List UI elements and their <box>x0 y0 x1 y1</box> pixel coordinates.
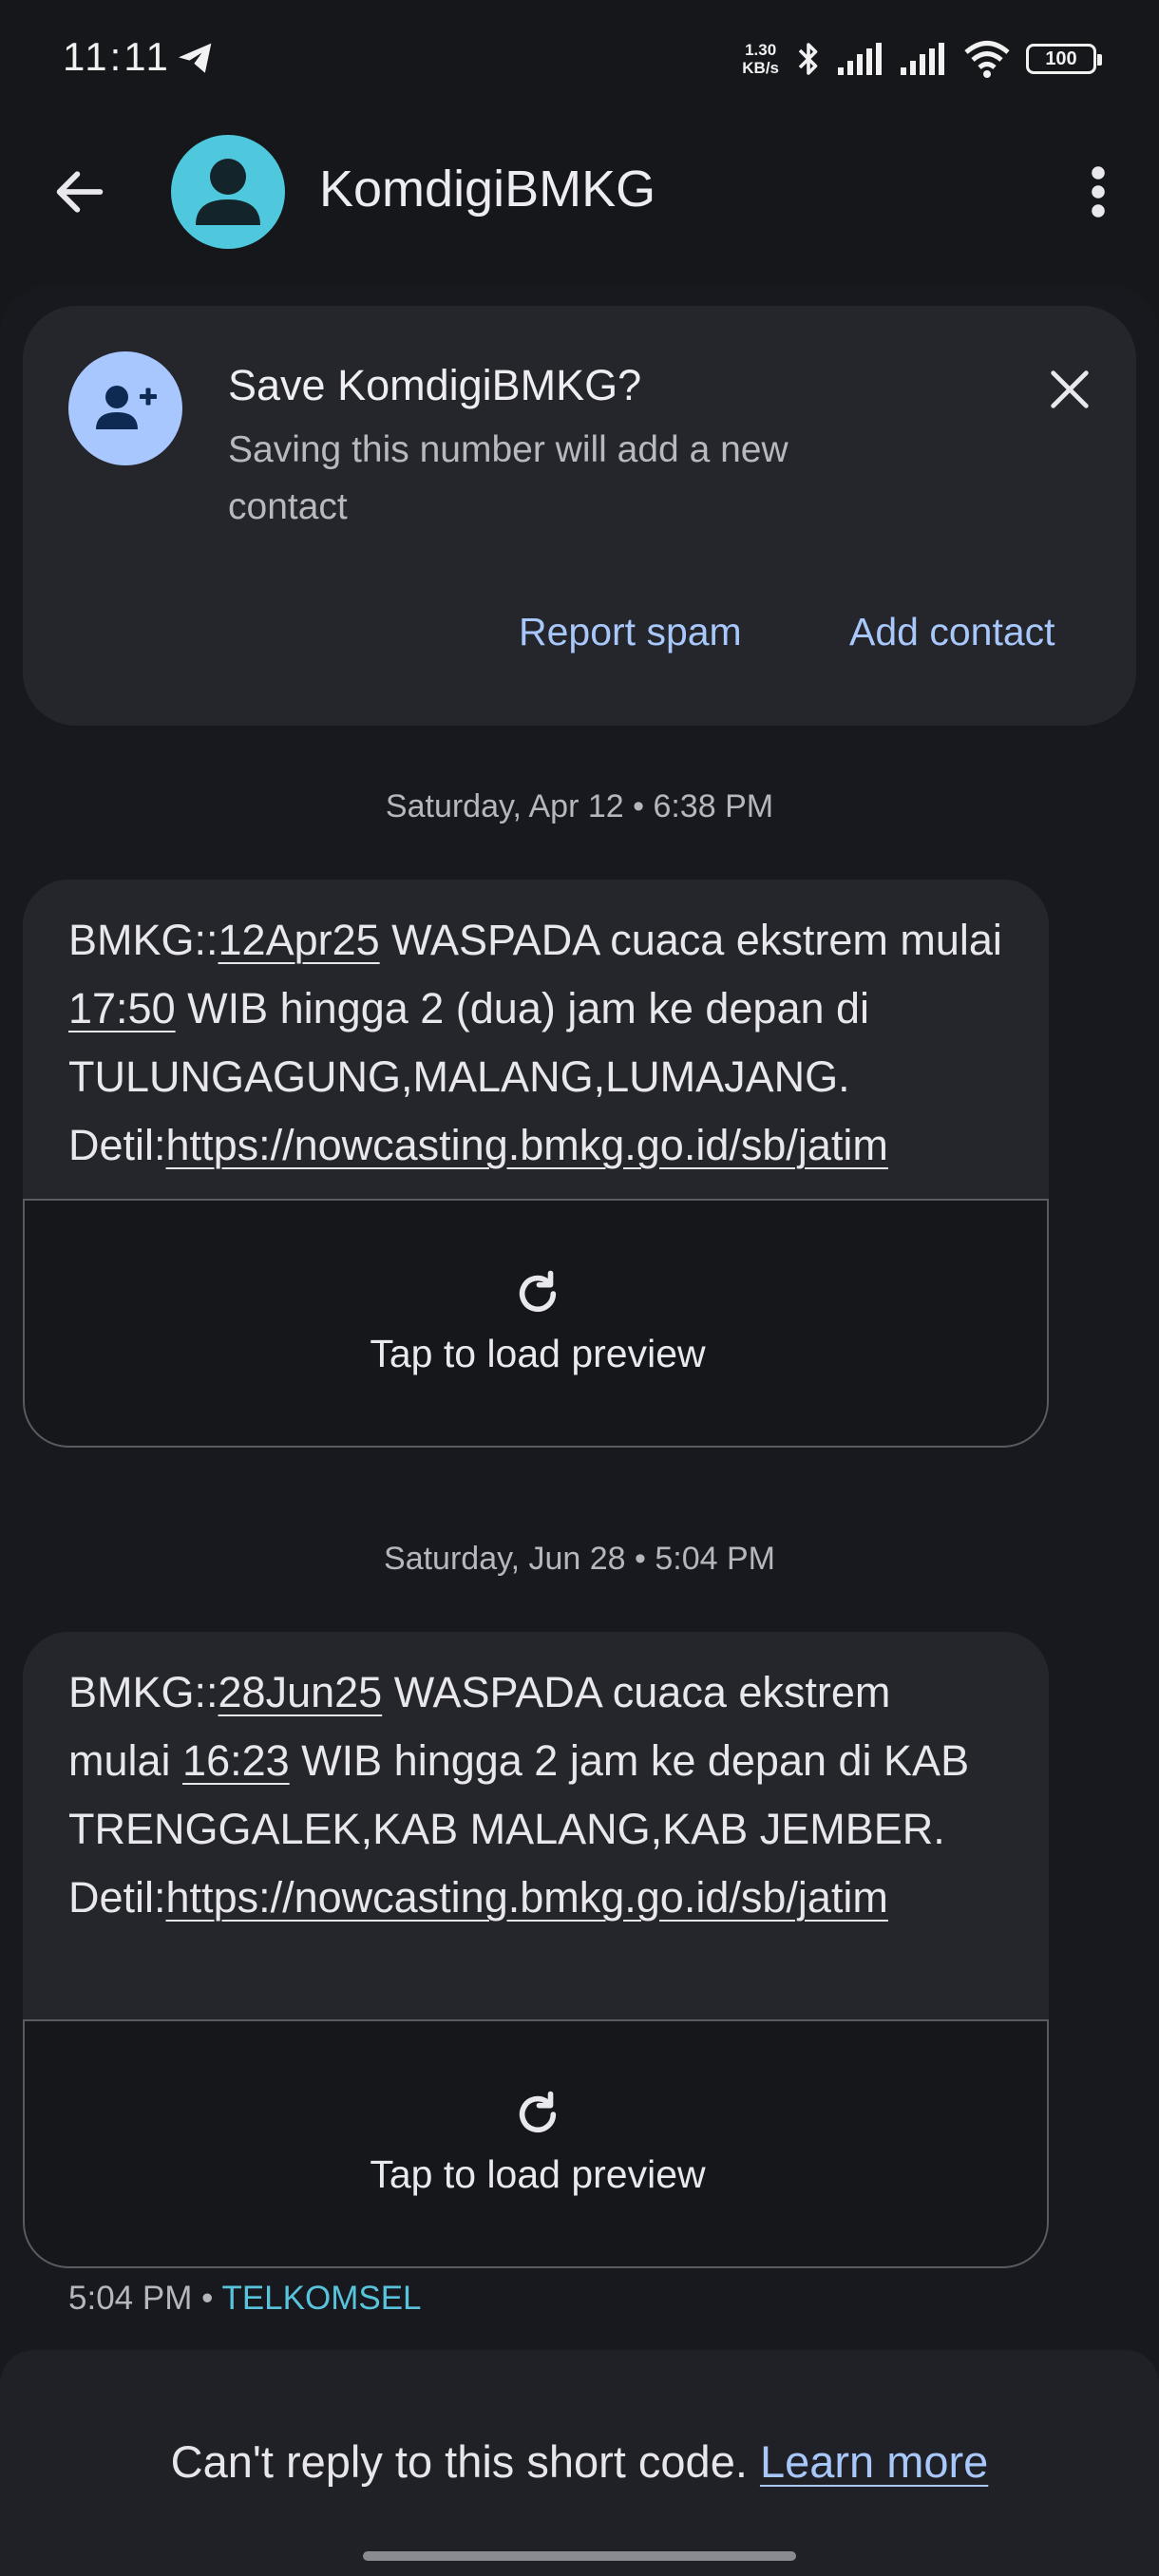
signal-icon <box>901 43 944 75</box>
person-add-icon <box>96 386 157 429</box>
message-date: Saturday, Apr 12 • 6:38 PM <box>385 788 774 824</box>
save-contact-card: Save KomdigiBMKG? Saving this number wil… <box>23 306 1136 726</box>
tap-to-load-preview: Tap to load preview <box>370 2152 706 2196</box>
battery-icon: 100 <box>1026 44 1102 74</box>
message-time: 5:04 PM <box>68 2280 193 2317</box>
wifi-icon <box>964 41 1010 78</box>
contact-name[interactable]: KomdigiBMKG <box>319 160 656 218</box>
save-contact-avatar <box>68 351 182 465</box>
time-link[interactable]: 16:23 <box>182 1736 290 1785</box>
link-preview[interactable]: Tap to load preview <box>23 2019 1049 2268</box>
network-speed: 1.30 KB/s <box>742 41 779 77</box>
close-icon[interactable] <box>1045 365 1094 414</box>
status-bar: 11:11 1.30 KB/s 100 <box>0 0 1159 119</box>
refresh-icon <box>519 1270 557 1313</box>
message-text: BMKG::28Jun25 WASPADA cuaca ekstrem mula… <box>68 1668 970 1922</box>
message-meta: 5:04 PM • TELKOMSEL <box>68 2280 422 2317</box>
top-app-bar: KomdigiBMKG <box>0 133 1159 252</box>
refresh-icon <box>519 2091 557 2133</box>
cannot-reply-notice: Can't reply to this short code. Learn mo… <box>170 2436 989 2487</box>
telegram-icon <box>179 43 212 73</box>
save-contact-subtitle: Saving this number will add a new contac… <box>228 429 788 527</box>
person-icon <box>196 159 260 225</box>
message-bubble[interactable]: BMKG::28Jun25 WASPADA cuaca ekstrem mula… <box>23 1632 1049 2268</box>
message-bubble[interactable]: BMKG::12Apr25 WASPADA cuaca ekstrem mula… <box>23 880 1049 1448</box>
more-vert-icon[interactable] <box>1075 161 1121 222</box>
message-date: Saturday, Jun 28 • 5:04 PM <box>384 1541 775 1577</box>
url-link[interactable]: https://nowcasting.bmkg.go.id/sb/jatim <box>166 1121 888 1169</box>
tap-to-load-preview: Tap to load preview <box>370 1332 706 1375</box>
add-contact-button[interactable]: Add contact <box>849 610 1055 654</box>
date-link[interactable]: 28Jun25 <box>218 1668 383 1716</box>
time-link[interactable]: 17:50 <box>68 984 176 1032</box>
carrier-label: TELKOMSEL <box>221 2280 422 2317</box>
save-contact-title: Save KomdigiBMKG? <box>228 361 642 409</box>
back-arrow-icon[interactable] <box>49 161 110 222</box>
url-link[interactable]: https://nowcasting.bmkg.go.id/sb/jatim <box>166 1873 888 1922</box>
signal-icon <box>838 43 882 75</box>
status-indicators: 1.30 KB/s 100 <box>742 36 1102 82</box>
home-indicator[interactable] <box>363 2551 796 2561</box>
bluetooth-icon <box>798 43 818 75</box>
reply-footer: Can't reply to this short code. Learn mo… <box>0 2350 1159 2576</box>
date-link[interactable]: 12Apr25 <box>218 916 380 964</box>
link-preview[interactable]: Tap to load preview <box>23 1199 1049 1448</box>
report-spam-button[interactable]: Report spam <box>519 610 742 654</box>
learn-more-link[interactable]: Learn more <box>760 2436 988 2487</box>
status-time: 11:11 <box>63 34 171 79</box>
message-text: BMKG::12Apr25 WASPADA cuaca ekstrem mula… <box>68 916 1002 1169</box>
contact-avatar[interactable] <box>171 135 285 249</box>
